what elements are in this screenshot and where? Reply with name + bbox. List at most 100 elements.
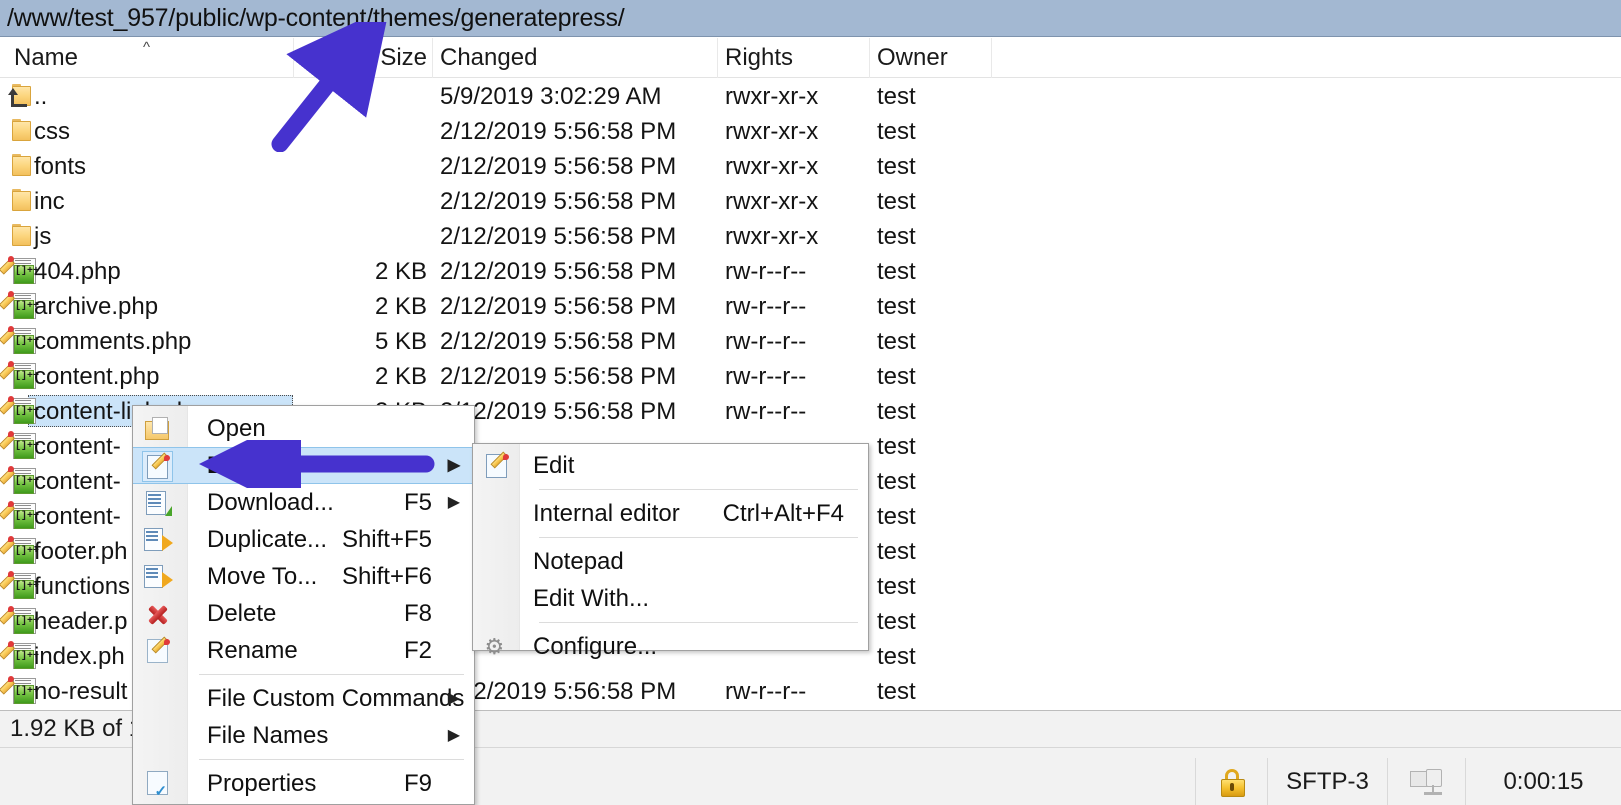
file-name-label: comments.php xyxy=(34,328,191,356)
file-owner-cell: test xyxy=(877,254,916,289)
file-rights-cell: rw-r--r-- xyxy=(725,289,806,324)
security-lock-panel[interactable] xyxy=(1195,758,1267,805)
file-owner-cell: test xyxy=(877,604,916,639)
menu-item-label: Move To... xyxy=(207,563,317,591)
sort-ascending-icon: ^ xyxy=(143,40,150,55)
menu-item-rename[interactable]: RenameF2 xyxy=(133,632,474,669)
menu-item-delete[interactable]: DeleteF8 xyxy=(133,595,474,632)
properties-icon: ✓ xyxy=(142,768,173,799)
menu-item-shortcut: F9 xyxy=(404,770,432,798)
menu-item-edit-with[interactable]: Edit With... xyxy=(473,580,868,617)
menu-separator xyxy=(539,537,858,538)
menu-item-shortcut: F5 xyxy=(404,489,432,517)
menu-item-download[interactable]: Download... F5 ▶ xyxy=(133,484,474,521)
menu-item-label: Edit xyxy=(533,452,574,480)
column-header-changed[interactable]: Changed xyxy=(440,38,537,78)
connection-panel[interactable] xyxy=(1387,758,1465,805)
file-row[interactable]: js2/12/2019 5:56:58 PMrwxr-xr-xtest xyxy=(0,219,1621,254)
file-row[interactable]: []++content.php2 KB2/12/2019 5:56:58 PMr… xyxy=(0,359,1621,394)
menu-item-internal-editor[interactable]: Internal editor Ctrl+Alt+F4 xyxy=(473,495,868,532)
file-name-label: content- xyxy=(34,503,121,531)
file-row[interactable]: []++archive.php2 KB2/12/2019 5:56:58 PMr… xyxy=(0,289,1621,324)
file-rights-cell: rw-r--r-- xyxy=(725,394,806,429)
lock-icon xyxy=(1220,769,1244,795)
file-row[interactable]: css2/12/2019 5:56:58 PMrwxr-xr-xtest xyxy=(0,114,1621,149)
menu-item-label: Properties xyxy=(207,770,316,798)
file-row[interactable]: inc2/12/2019 5:56:58 PMrwxr-xr-xtest xyxy=(0,184,1621,219)
submenu-chevron-icon: ▶ xyxy=(448,691,460,707)
file-size-cell: 2 KB xyxy=(300,359,427,394)
menu-item-duplicate[interactable]: Duplicate...Shift+F5 xyxy=(133,521,474,558)
file-owner-cell: test xyxy=(877,219,916,254)
file-name-cell: content.php xyxy=(14,359,159,394)
file-changed-cell: 2/12/2019 5:56:58 PM xyxy=(440,324,676,359)
file-size-cell xyxy=(300,149,427,184)
menu-separator xyxy=(199,674,464,675)
file-name-label: 404.php xyxy=(34,258,121,286)
menu-item-move-to[interactable]: Move To...Shift+F6 xyxy=(133,558,474,595)
column-header-owner[interactable]: Owner xyxy=(877,38,948,78)
file-rights-cell: rw-r--r-- xyxy=(725,324,806,359)
file-name-label: archive.php xyxy=(34,293,158,321)
delete-x-icon xyxy=(142,598,173,629)
menu-item-shortcut: Ctrl+Alt+F4 xyxy=(723,500,844,528)
file-name-label: js xyxy=(34,223,51,251)
menu-item-label: Notepad xyxy=(533,548,624,576)
menu-item-label: Edit With... xyxy=(533,585,649,613)
menu-item-open[interactable]: Open xyxy=(133,410,474,447)
file-changed-cell: 2/12/2019 5:56:58 PM xyxy=(440,359,676,394)
file-owner-cell: test xyxy=(877,289,916,324)
file-row[interactable]: ..5/9/2019 3:02:29 AMrwxr-xr-xtest xyxy=(0,79,1621,114)
file-rights-cell: rw-r--r-- xyxy=(725,674,806,709)
file-name-label: css xyxy=(34,118,70,146)
file-name-label: content.php xyxy=(34,363,159,391)
menu-item-file-names[interactable]: File Names▶ xyxy=(133,717,474,754)
file-size-cell: 5 KB xyxy=(300,324,427,359)
menu-item-file-custom-commands[interactable]: File Custom Commands▶ xyxy=(133,680,474,717)
file-size-cell: 2 KB xyxy=(300,254,427,289)
file-owner-cell: test xyxy=(877,499,916,534)
menu-item-label: Delete xyxy=(207,600,276,628)
file-row[interactable]: []++404.php2 KB2/12/2019 5:56:58 PMrw-r-… xyxy=(0,254,1621,289)
menu-item-edit[interactable]: Edit▶ xyxy=(133,447,474,484)
menu-item-properties[interactable]: ✓ Properties F9 xyxy=(133,765,474,802)
menu-item-label: Internal editor xyxy=(533,500,680,528)
elapsed-time-label: 0:00:15 xyxy=(1503,768,1583,796)
file-rights-cell: rwxr-xr-x xyxy=(725,219,818,254)
path-bar[interactable]: /www/test_957/public/wp-content/themes/g… xyxy=(0,0,1621,37)
file-changed-cell: 2/12/2019 5:56:58 PM xyxy=(440,149,676,184)
file-owner-cell: test xyxy=(877,394,916,429)
column-header-name[interactable]: Name xyxy=(14,38,78,78)
menu-item-label: Open xyxy=(207,415,266,443)
file-owner-cell: test xyxy=(877,184,916,219)
column-header-size[interactable]: Size xyxy=(300,38,427,78)
file-row[interactable]: fonts2/12/2019 5:56:58 PMrwxr-xr-xtest xyxy=(0,149,1621,184)
file-rights-cell: rwxr-xr-x xyxy=(725,149,818,184)
elapsed-time-panel: 0:00:15 xyxy=(1465,758,1621,805)
file-size-cell xyxy=(300,79,427,114)
menu-item-label: Download... xyxy=(207,489,334,517)
column-header-rights[interactable]: Rights xyxy=(725,38,793,78)
file-name-label: index.ph xyxy=(34,643,125,671)
file-owner-cell: test xyxy=(877,359,916,394)
edit-pencil-icon xyxy=(481,450,512,481)
winscp-window: /www/test_957/public/wp-content/themes/g… xyxy=(0,0,1621,805)
file-name-label: .. xyxy=(34,83,47,111)
menu-item-configure[interactable]: ⚙Configure... xyxy=(473,628,868,665)
file-changed-cell: 2/12/2019 5:56:58 PM xyxy=(440,254,676,289)
file-row[interactable]: []++comments.php5 KB2/12/2019 5:56:58 PM… xyxy=(0,324,1621,359)
edit-submenu[interactable]: Edit Internal editor Ctrl+Alt+F4 Notepad Edi… xyxy=(472,443,869,651)
file-changed-cell: 2/12/2019 5:56:58 PM xyxy=(440,289,676,324)
menu-item-notepad[interactable]: Notepad xyxy=(473,543,868,580)
menu-item-edit[interactable]: Edit xyxy=(473,447,868,484)
file-context-menu[interactable]: Open Edit▶ Download... F5 ▶ Duplicate...Shift… xyxy=(132,405,475,805)
file-name-label: functions xyxy=(34,573,130,601)
file-owner-cell: test xyxy=(877,79,916,114)
column-header-row: Name Size Changed Rights Owner xyxy=(0,38,1621,78)
protocol-panel[interactable]: SFTP-3 xyxy=(1267,758,1387,805)
file-rights-cell: rwxr-xr-x xyxy=(725,184,818,219)
open-folder-icon xyxy=(142,413,173,444)
submenu-chevron-icon: ▶ xyxy=(448,495,460,511)
file-name-label: content- xyxy=(34,433,121,461)
menu-item-label: Rename xyxy=(207,637,298,665)
